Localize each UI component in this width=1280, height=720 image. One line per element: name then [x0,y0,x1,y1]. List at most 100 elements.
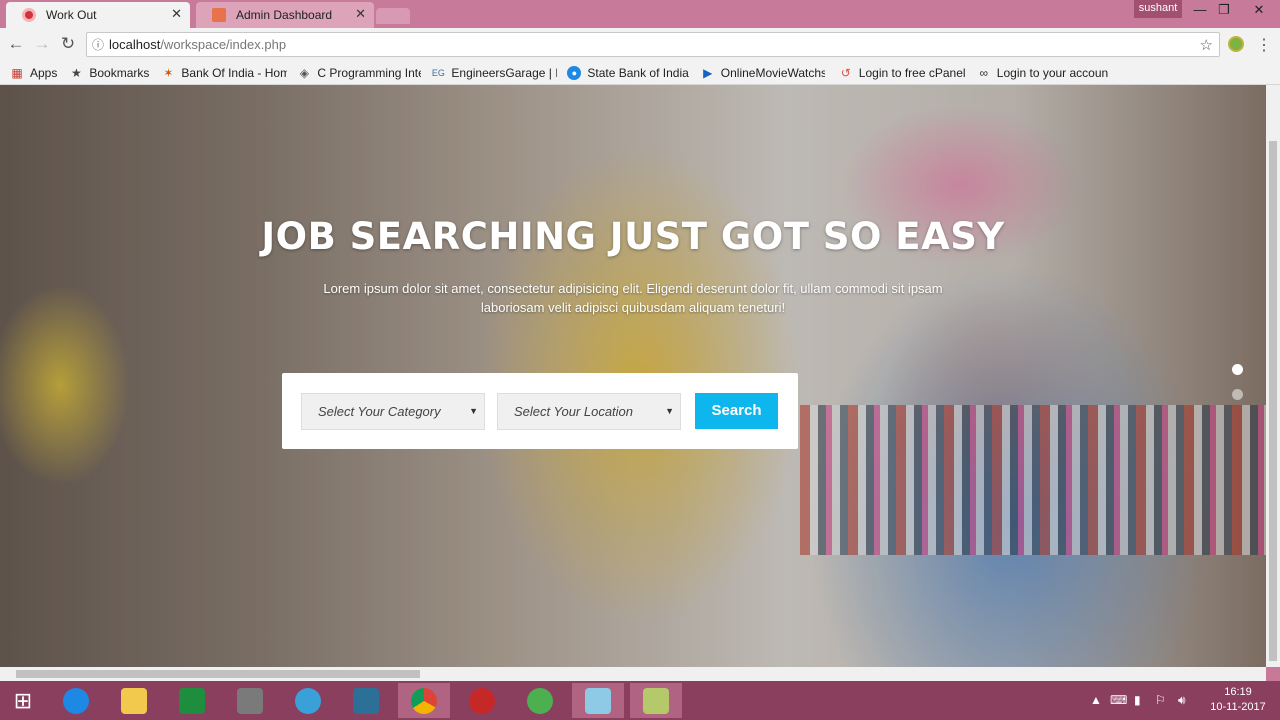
hero-subtitle: Lorem ipsum dolor sit amet, consectetur … [323,281,943,315]
tab-title: Work Out [46,8,97,22]
location-select[interactable]: Select Your Location ▼ [497,393,681,430]
menu-dots-icon[interactable]: ⋮ [1256,35,1272,55]
dashboard-favicon-icon [212,8,226,22]
tray-expand-icon[interactable]: ▲ [1090,693,1102,707]
star-icon: ★ [70,65,82,80]
window-close-icon[interactable]: ✕ [1244,2,1274,18]
music-icon [527,687,553,714]
play-icon: ▶ [703,65,713,80]
url-host: localhost [109,37,161,52]
dropdown-caret-icon: ▼ [469,406,478,416]
bookmark-label: State Bank of India [587,65,689,80]
bookmark-bank-of-india[interactable]: ✶ Bank Of India - Home [161,66,287,80]
maximize-icon[interactable]: ❐ [1212,2,1236,18]
bookmark-engineersgarage[interactable]: EG EngineersGarage | In: [431,65,558,80]
volume-icon[interactable]: 🔊︎ [1178,693,1186,708]
taskbar-explorer[interactable] [108,683,160,718]
tab-admin-dashboard[interactable]: Admin Dashboard ✕ [196,2,374,28]
bookmark-label: Apps [30,65,58,80]
taskbar-ie[interactable] [50,683,102,718]
media-player-icon [295,687,321,714]
close-icon[interactable]: ✕ [171,6,182,22]
url-path: /workspace/index.php [160,37,287,52]
search-button[interactable]: Search [695,393,778,429]
bookmark-login-account[interactable]: ∞ Login to your accoun [977,65,1109,80]
clock-date: 10-11-2017 [1210,701,1266,713]
minimize-icon[interactable]: — [1188,2,1212,17]
hero-section: JOB SEARCHING JUST GOT SO EASY Lorem ips… [0,85,1266,667]
scrollbar-thumb[interactable] [16,670,420,678]
windows-logo-icon: ⊞ [13,687,33,713]
reload-icon[interactable]: ↻ [58,34,78,54]
taskbar-video[interactable] [340,683,392,718]
taskbar-chrome[interactable] [398,683,450,718]
category-select[interactable]: Select Your Category ▼ [301,393,485,430]
category-select-value: Select Your Category [318,404,441,419]
files-icon [643,687,669,714]
chrome-favicon-icon [22,8,36,22]
bookmark-onlinemoviewatchs[interactable]: ▶ OnlineMovieWatchs. [701,66,825,80]
excel-icon [179,687,205,714]
windows-taskbar: ⊞ ▲ ⌨ ▮ ⚐ 🔊︎ 16:19 10-11-2017 [0,681,1280,720]
apps-icon: ▦ [11,65,23,80]
taskbar-files[interactable] [630,683,682,718]
taskbar-notes[interactable] [572,683,624,718]
bookmark-apps[interactable]: ▦ Apps [10,66,57,80]
video-icon [353,687,379,714]
vertical-scrollbar[interactable] [1266,85,1280,667]
battery-icon[interactable]: ▮ [1134,693,1141,707]
taskbar-itunes[interactable] [514,683,566,718]
bookmark-label: EngineersGarage | In: [451,65,558,80]
bookmarks-bar: ▦ Apps ★ Bookmarks ✶ Bank Of India - Hom… [0,61,1280,85]
extension-icon[interactable] [1228,36,1244,52]
address-bar[interactable]: ⓘ localhost/workspace/index.php ☆ [86,32,1220,57]
back-arrow-icon[interactable]: ← [6,34,26,54]
taskbar-excel[interactable] [166,683,218,718]
chrome-icon [411,687,437,714]
close-icon[interactable]: ✕ [355,6,366,22]
bookmark-c-programming[interactable]: ◈ C Programming Inter [297,65,422,80]
infinity-icon: ∞ [979,65,989,80]
tools-icon [237,687,263,714]
new-tab-button[interactable] [376,8,410,24]
bookmark-label: Login to your accoun [996,65,1109,80]
bookmark-cpanel[interactable]: ↺ Login to free cPanel [839,66,965,80]
tab-work-out[interactable]: Work Out ✕ [6,2,190,28]
bookmark-label: C Programming Inter [317,65,422,80]
profile-badge[interactable]: sushant [1134,0,1182,18]
bookmark-bookmarks[interactable]: ★ Bookmarks [69,66,149,80]
slider-dot-active[interactable] [1232,364,1243,375]
browser-titlebar: Work Out ✕ Admin Dashboard ✕ sushant — ❐… [0,0,1280,28]
taskbar-app-red[interactable] [456,683,508,718]
horizontal-scrollbar[interactable] [0,667,1266,681]
diamond-icon: ◈ [299,65,309,80]
bookmark-sbi[interactable]: ● State Bank of India [567,65,689,80]
bookmark-star-icon[interactable]: ☆ [1200,36,1213,54]
taskbar-media[interactable] [282,683,334,718]
sbi-icon: ● [567,65,582,80]
internet-explorer-icon [63,687,89,714]
folder-icon [121,687,147,714]
bookmark-label: Bank Of India - Home [181,65,288,80]
cpanel-icon: ↺ [840,65,851,80]
eg-icon: EG [431,67,445,78]
taskbar-clock[interactable]: 16:19 10-11-2017 [1206,685,1270,715]
dropdown-caret-icon: ▼ [665,406,674,416]
taskbar-app[interactable] [224,683,276,718]
info-icon[interactable]: ⓘ [87,36,109,53]
keyboard-icon[interactable]: ⌨ [1110,693,1127,707]
bank-icon: ✶ [163,65,174,80]
bookmark-label: Bookmarks [89,65,150,80]
location-select-value: Select Your Location [514,404,634,419]
slider-dot[interactable] [1232,389,1243,400]
start-button[interactable]: ⊞ [0,683,46,718]
forward-arrow-icon[interactable]: → [32,34,52,54]
network-icon[interactable]: ⚐ [1155,693,1166,707]
scrollbar-thumb[interactable] [1269,141,1277,661]
tab-title: Admin Dashboard [236,8,333,22]
bookmark-label: OnlineMovieWatchs. [720,65,825,80]
bookmark-label: Login to free cPanel [858,65,965,80]
hero-title: JOB SEARCHING JUST GOT SO EASY [261,215,1005,258]
job-search-form: Select Your Category ▼ Select Your Locat… [282,373,798,449]
clock-time: 16:19 [1224,686,1252,698]
